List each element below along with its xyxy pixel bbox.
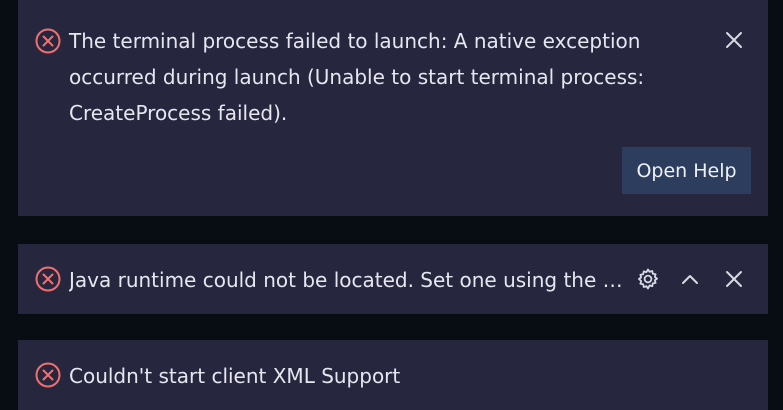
notification-message: Java runtime could not be located. Set o…: [69, 268, 629, 292]
error-icon: [35, 266, 61, 292]
notification-toast-terminal-error: The terminal process failed to launch: A…: [18, 0, 768, 216]
notification-message: The terminal process failed to launch: A…: [69, 29, 645, 125]
gear-icon[interactable]: [634, 265, 662, 293]
chevron-up-icon[interactable]: [676, 265, 704, 293]
error-icon: [35, 28, 61, 54]
notification-toast-xml-support: Couldn't start client XML Support: [18, 340, 768, 410]
notification-message: Couldn't start client XML Support: [69, 364, 401, 388]
close-icon[interactable]: [720, 26, 748, 54]
close-icon[interactable]: [720, 265, 748, 293]
open-help-button[interactable]: Open Help: [622, 147, 751, 194]
notification-toast-java-runtime: Java runtime could not be located. Set o…: [18, 244, 768, 314]
error-icon: [35, 362, 61, 388]
